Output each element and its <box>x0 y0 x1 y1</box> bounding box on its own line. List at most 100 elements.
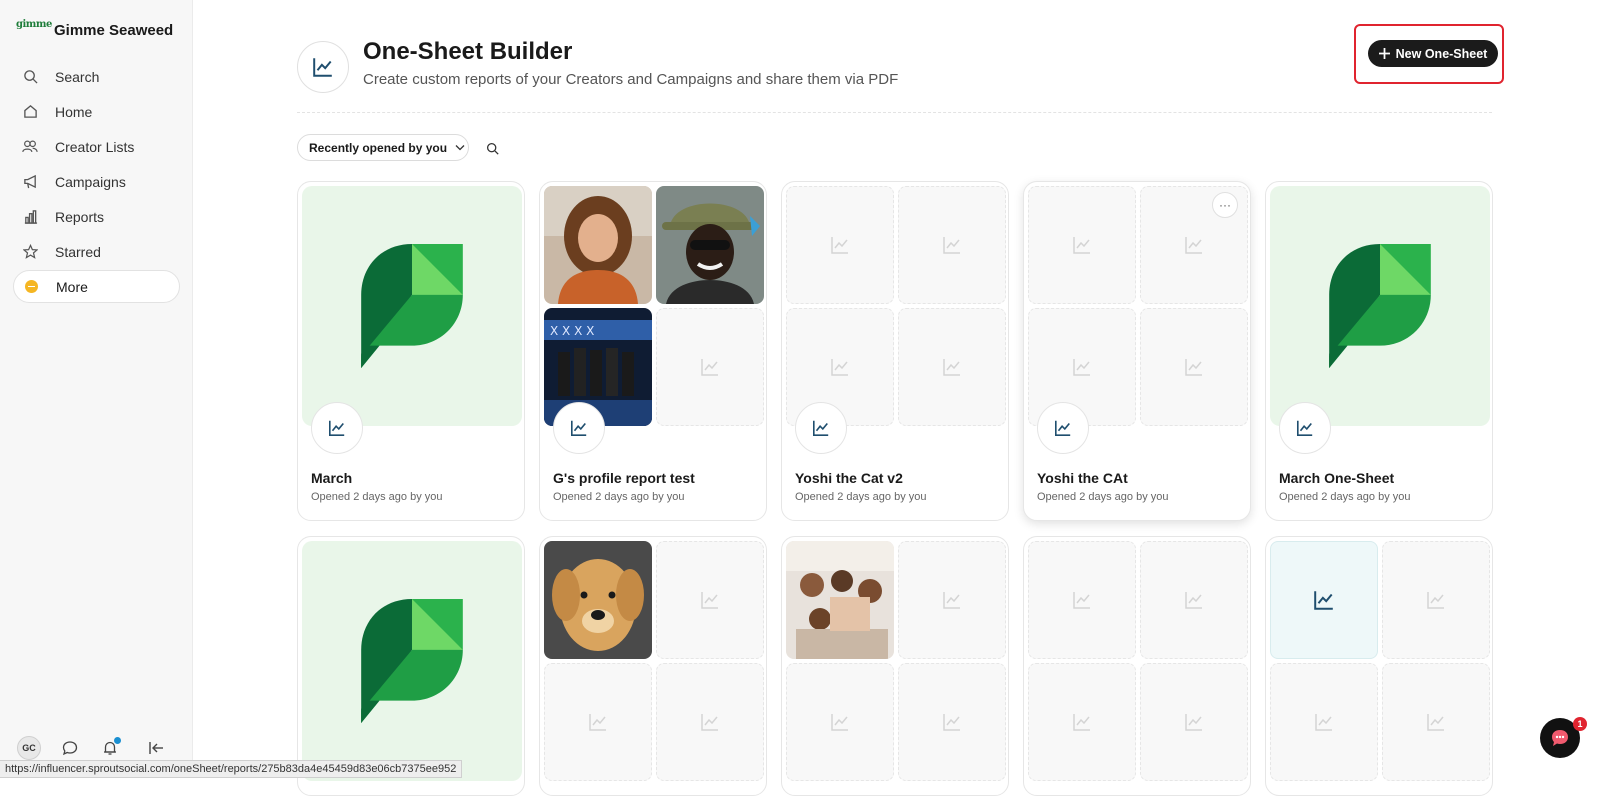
sidebar-item-campaigns[interactable]: Campaigns <box>13 165 180 198</box>
one-sheet-card[interactable]: ··· Yoshi the CAt Opened 2 days ago by y… <box>1023 181 1251 521</box>
sprout-logo-icon <box>1329 244 1431 368</box>
brand[interactable]: gimme Gimme Seaweed <box>16 20 173 40</box>
chart-placeholder-icon <box>589 714 606 731</box>
search-icon <box>486 142 499 155</box>
report-chart-icon <box>795 402 847 454</box>
chart-placeholder-icon <box>1185 237 1202 254</box>
sidebar-item-label: Starred <box>55 243 101 260</box>
creator-photo <box>656 186 764 304</box>
chat-bubble-icon[interactable] <box>61 739 79 757</box>
chart-placeholder-icon <box>1315 714 1332 731</box>
one-sheet-card[interactable] <box>297 536 525 796</box>
sidebar-item-label: More <box>56 278 88 295</box>
one-sheet-card[interactable]: X X X X G's profile report test Opened 2… <box>539 181 767 521</box>
one-sheet-card[interactable]: March Opened 2 days ago by you <box>297 181 525 521</box>
star-icon <box>22 244 38 260</box>
collapse-sidebar-icon[interactable] <box>147 739 165 757</box>
empty-tile <box>1140 541 1248 659</box>
bell-icon[interactable] <box>101 737 121 757</box>
empty-tile <box>1382 663 1490 781</box>
card-thumbnail-grid <box>1028 541 1248 781</box>
sidebar-item-label: Creator Lists <box>55 138 135 155</box>
sidebar: gimme Gimme Seaweed Search Home Creator … <box>0 0 193 778</box>
card-thumbnail-grid: X X X X <box>544 186 764 426</box>
card-title: Yoshi the Cat v2 <box>795 470 903 486</box>
main-content: One-Sheet Builder Create custom reports … <box>194 0 1600 796</box>
chart-placeholder-icon <box>1073 592 1090 609</box>
more-options-button[interactable]: ··· <box>1212 192 1238 218</box>
empty-tile <box>1140 663 1248 781</box>
chart-placeholder-icon <box>1073 359 1090 376</box>
new-one-sheet-button[interactable]: New One-Sheet <box>1368 40 1498 67</box>
chart-placeholder-icon <box>831 714 848 731</box>
more-icon <box>23 279 39 295</box>
card-thumbnail-grid <box>786 186 1006 426</box>
page-title: One-Sheet Builder <box>363 38 573 65</box>
report-chart-icon <box>1279 402 1331 454</box>
one-sheet-card[interactable]: March One-Sheet Opened 2 days ago by you <box>1265 181 1493 521</box>
sprout-logo-tile <box>302 186 522 426</box>
sprout-logo-tile <box>1270 186 1490 426</box>
sidebar-item-search[interactable]: Search <box>13 60 180 93</box>
sidebar-item-more[interactable]: More <box>13 270 180 303</box>
creator-photo <box>544 541 652 659</box>
card-title: March <box>311 470 353 486</box>
one-sheet-card[interactable]: Yoshi the Cat v2 Opened 2 days ago by yo… <box>781 181 1009 521</box>
empty-tile <box>898 541 1006 659</box>
chart-placeholder-icon <box>1185 592 1202 609</box>
chart-placeholder-icon <box>701 592 718 609</box>
chart-placeholder-icon <box>943 714 960 731</box>
new-one-sheet-label: New One-Sheet <box>1395 46 1488 61</box>
avatar[interactable]: GC <box>17 736 41 760</box>
users-icon <box>22 139 38 155</box>
empty-tile <box>1028 541 1136 659</box>
sidebar-item-label: Search <box>55 68 100 85</box>
report-chart-icon <box>553 402 605 454</box>
one-sheet-card[interactable] <box>539 536 767 796</box>
report-chart-icon <box>1037 402 1089 454</box>
chart-placeholder-icon <box>1427 592 1444 609</box>
page-subtitle: Create custom reports of your Creators a… <box>363 71 899 88</box>
notification-dot <box>114 737 121 744</box>
sidebar-item-creator-lists[interactable]: Creator Lists <box>13 130 180 163</box>
card-opened-text: Opened 2 days ago by you <box>795 491 927 503</box>
card-opened-text: Opened 2 days ago by you <box>1037 491 1169 503</box>
card-opened-text: Opened 2 days ago by you <box>553 491 685 503</box>
sprout-logo-icon <box>361 599 463 723</box>
sort-filter-dropdown[interactable]: Recently opened by you <box>297 134 469 161</box>
sidebar-item-starred[interactable]: Starred <box>13 235 180 268</box>
sprout-logo-icon <box>361 244 463 368</box>
link-status-bar: https://influencer.sproutsocial.com/oneS… <box>0 760 463 778</box>
search-icon <box>22 69 38 85</box>
sort-filter-label: Recently opened by you <box>309 140 448 155</box>
chart-placeholder-icon <box>831 359 848 376</box>
empty-tile <box>1382 541 1490 659</box>
creator-photo <box>544 186 652 304</box>
bar-chart-icon <box>22 209 38 225</box>
chat-icon <box>1552 730 1568 746</box>
megaphone-icon <box>22 174 38 190</box>
card-title: G's profile report test <box>553 470 695 486</box>
search-button[interactable] <box>483 139 501 157</box>
chart-placeholder-icon <box>1073 237 1090 254</box>
one-sheet-card[interactable] <box>1023 536 1251 796</box>
chevron-down-icon <box>455 145 465 151</box>
empty-tile <box>786 186 894 304</box>
card-thumbnail-grid <box>1270 541 1490 781</box>
report-chart-icon <box>311 402 363 454</box>
one-sheet-card[interactable] <box>1265 536 1493 796</box>
chart-placeholder-icon <box>1073 714 1090 731</box>
empty-tile <box>786 663 894 781</box>
chart-placeholder-icon <box>1185 714 1202 731</box>
sidebar-item-reports[interactable]: Reports <box>13 200 180 233</box>
sidebar-item-label: Campaigns <box>55 173 126 190</box>
chart-placeholder-icon <box>1185 359 1202 376</box>
empty-tile <box>898 663 1006 781</box>
one-sheet-card[interactable] <box>781 536 1009 796</box>
plus-icon <box>1378 48 1390 59</box>
card-opened-text: Opened 2 days ago by you <box>311 491 443 503</box>
sidebar-nav: Search Home Creator Lists Campaigns Repo… <box>13 60 180 305</box>
chart-placeholder-icon <box>701 359 718 376</box>
empty-tile <box>1140 308 1248 426</box>
sidebar-item-home[interactable]: Home <box>13 95 180 128</box>
